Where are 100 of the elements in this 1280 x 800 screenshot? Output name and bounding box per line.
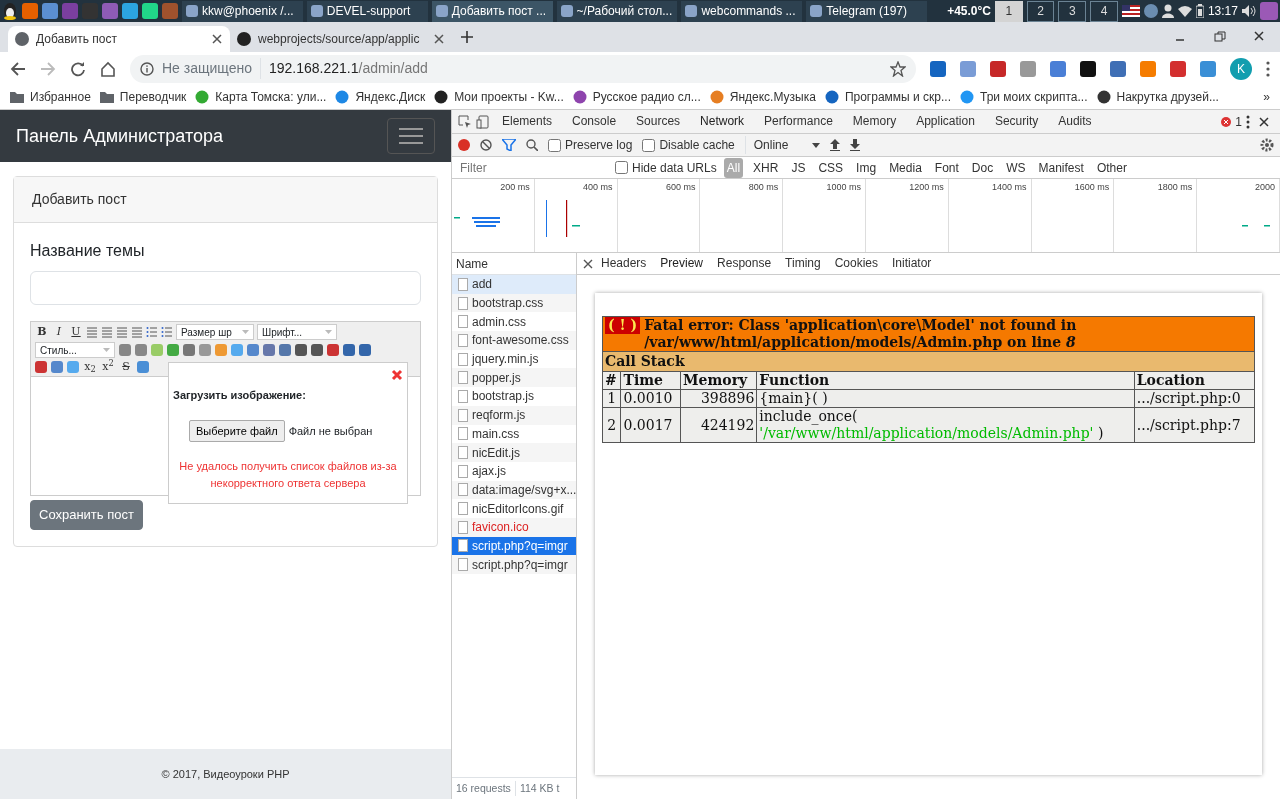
navbar-brand[interactable]: Панель Администратора — [16, 122, 224, 150]
wifi-icon[interactable] — [1177, 5, 1192, 17]
record-icon[interactable] — [458, 139, 470, 151]
error-icon[interactable] — [1221, 116, 1232, 127]
save-button[interactable]: Сохранить пост — [30, 500, 143, 530]
restore-icon[interactable] — [1213, 30, 1227, 44]
close-icon[interactable] — [1258, 115, 1270, 128]
list-icon[interactable] — [161, 326, 173, 338]
table-icon[interactable] — [51, 361, 63, 373]
detail-tab[interactable]: Response — [711, 249, 778, 278]
badge-icon[interactable] — [1143, 4, 1158, 18]
align-icon[interactable] — [86, 326, 98, 338]
bookmark[interactable]: Избранное — [10, 88, 91, 106]
request-row[interactable]: add — [452, 275, 576, 294]
toolbar-icon[interactable] — [359, 344, 371, 356]
request-row[interactable]: main.css — [452, 424, 576, 444]
toolbar-icon[interactable] — [311, 344, 323, 356]
type-filter[interactable]: Media — [886, 157, 925, 178]
bookmark[interactable]: Программы и скр... — [824, 88, 951, 106]
user-icon[interactable] — [1161, 4, 1174, 18]
kebab-menu-icon[interactable] — [1266, 60, 1270, 77]
checkbox[interactable] — [615, 161, 628, 174]
format-button[interactable]: x$_{2}$ — [83, 360, 97, 374]
window-button[interactable]: webcommands ... — [681, 0, 803, 22]
format-button[interactable]: B — [35, 325, 49, 339]
volume-icon[interactable] — [1241, 5, 1256, 17]
browser-tab[interactable]: Добавить пост — [8, 26, 230, 52]
bookmark[interactable]: Три моих скрипта... — [960, 88, 1088, 106]
type-filter[interactable]: Other — [1093, 157, 1130, 178]
type-filter[interactable]: Img — [853, 157, 880, 178]
type-filter[interactable]: XHR — [750, 157, 782, 178]
request-row[interactable]: font-awesome.css — [452, 331, 576, 350]
upload-icon[interactable] — [830, 139, 841, 151]
toolbar-icon[interactable] — [295, 344, 307, 356]
type-filter[interactable]: CSS — [815, 157, 847, 178]
detail-tab[interactable]: Headers — [595, 249, 653, 278]
request-row[interactable]: admin.css — [452, 312, 576, 332]
bookmark[interactable]: Карта Томска: ули... — [195, 88, 327, 106]
request-row[interactable]: jquery.min.js — [452, 349, 576, 369]
request-row[interactable]: nicEditorIcons.gif — [452, 499, 576, 518]
search-icon[interactable] — [526, 139, 538, 151]
toolbar-icon[interactable] — [327, 344, 339, 356]
close-icon[interactable] — [433, 33, 445, 45]
list-icon[interactable] — [146, 326, 158, 338]
window-button[interactable]: Telegram (197) — [806, 0, 928, 22]
request-row[interactable]: nicEdit.js — [452, 443, 576, 462]
penguin-icon[interactable] — [2, 2, 18, 20]
request-row[interactable]: reqform.js — [452, 405, 576, 425]
detail-tab[interactable]: Cookies — [828, 249, 884, 278]
font-select[interactable]: Шрифт... — [257, 324, 337, 340]
type-filter[interactable]: Doc — [968, 157, 997, 178]
close-icon[interactable] — [211, 33, 223, 45]
window-button[interactable]: ~/Рабочий стол... — [556, 0, 678, 22]
clear-icon[interactable] — [480, 139, 492, 151]
format-button[interactable]: x$^{2}$ — [101, 360, 115, 374]
kebab-menu-icon[interactable] — [1246, 114, 1250, 129]
request-row[interactable]: favicon.ico — [452, 517, 576, 537]
devtools-tab[interactable]: Security — [988, 107, 1045, 136]
reload-icon[interactable] — [70, 60, 86, 77]
align-icon[interactable] — [116, 326, 128, 338]
format-button[interactable]: S — [119, 360, 133, 374]
bookmark[interactable]: Накрутка друзей... — [1096, 88, 1219, 106]
window-button[interactable]: Добавить пост ... — [431, 0, 553, 22]
download-icon[interactable] — [850, 139, 861, 151]
detail-tab[interactable]: Initiator — [886, 249, 938, 278]
input-field[interactable] — [30, 271, 421, 305]
devtools-tab[interactable]: Application — [910, 107, 981, 136]
bookmark[interactable]: Яндекс.Музыка — [709, 88, 816, 106]
home-icon[interactable] — [100, 60, 116, 77]
checkbox[interactable] — [642, 138, 656, 152]
request-row[interactable]: script.php?q=imgr — [452, 555, 576, 574]
devtools-tab[interactable]: Memory — [846, 107, 903, 136]
workspace-button[interactable]: 2 — [1026, 0, 1055, 22]
extension-icon[interactable] — [1080, 60, 1096, 77]
checkbox[interactable] — [548, 138, 561, 152]
throttling-select[interactable]: Online — [744, 136, 821, 154]
toolbar-icon[interactable] — [119, 344, 131, 356]
window-button[interactable]: DEVEL-support — [306, 0, 428, 22]
bookmark[interactable]: Русское радио сл... — [572, 88, 701, 106]
devtools-tab[interactable]: Elements — [496, 107, 559, 136]
workspace-button[interactable]: 1 — [995, 0, 1023, 22]
toolbar-icon[interactable] — [137, 361, 149, 373]
type-filter[interactable]: JS — [788, 157, 809, 178]
filter-icon[interactable] — [502, 139, 516, 151]
devtools-tab[interactable]: Audits — [1052, 107, 1098, 136]
align-icon[interactable] — [101, 326, 113, 338]
detail-tab[interactable]: Timing — [779, 249, 827, 278]
workspace-button[interactable]: 4 — [1090, 0, 1118, 22]
choose-file-button[interactable]: Выберите файл — [189, 419, 285, 442]
devtools-tab[interactable]: Sources — [630, 107, 687, 136]
browser-tab[interactable]: webprojects/source/app/applic — [230, 26, 452, 52]
font-select[interactable]: Стиль... — [35, 342, 115, 358]
toolbar-icon[interactable] — [135, 344, 147, 356]
settings-icon[interactable] — [1260, 138, 1274, 152]
bookmark[interactable]: Мои проекты - Kw... — [434, 88, 564, 106]
request-row[interactable]: data:image/svg+x... — [452, 480, 576, 500]
format-button[interactable]: U — [69, 325, 83, 339]
toolbar-icon[interactable] — [35, 361, 47, 373]
more-bookmarks-button[interactable]: » — [1263, 88, 1270, 106]
devtools-tab[interactable]: Console — [566, 107, 623, 136]
